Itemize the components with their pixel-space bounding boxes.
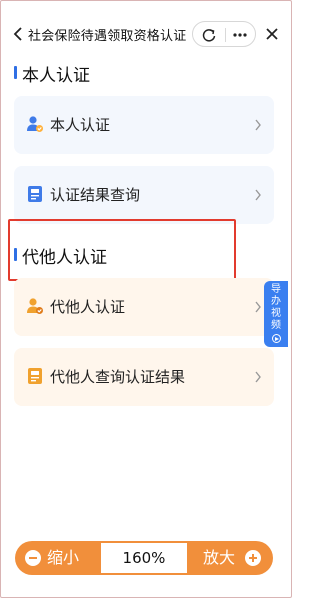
play-icon [271,334,281,343]
chevron-right-icon [255,371,261,383]
card-label: 代他人认证 [50,298,126,316]
person-verify-icon [27,116,43,132]
zoom-control: 缩小 160% 放大 [15,541,273,575]
proxy-result-query-card[interactable]: 代他人查询认证结果 [14,348,274,406]
chevron-right-icon [255,301,261,313]
zoom-out-icon[interactable] [25,550,41,566]
card-label: 代他人查询认证结果 [50,368,186,386]
zoom-in-button[interactable]: 放大 [203,541,235,575]
close-icon[interactable] [260,22,284,46]
title-bar: 社会保险待遇领取资格认证 [4,6,286,62]
person-verify-icon [27,298,43,314]
document-icon [28,186,42,202]
guide-video-tab[interactable]: 导办视频 [264,281,288,347]
section-title-self: 本人认证 [22,66,90,86]
chevron-right-icon [255,119,261,131]
more-icon[interactable] [231,26,249,44]
section-marker [14,248,17,261]
section-title-proxy: 代他人认证 [22,248,107,268]
self-verify-card[interactable]: 本人认证 [14,96,274,154]
card-label: 认证结果查询 [50,186,141,204]
capsule-divider [225,28,226,42]
capsule-menu [192,21,256,47]
proxy-verify-card[interactable]: 代他人认证 [14,278,274,336]
guide-video-label: 导办视频 [271,284,281,331]
section-marker [14,66,17,79]
verify-result-query-card[interactable]: 认证结果查询 [14,166,274,224]
document-icon [28,368,42,384]
page-title: 社会保险待遇领取资格认证 [28,29,187,44]
refresh-icon[interactable] [200,26,218,44]
zoom-level: 160% [101,543,187,573]
zoom-in-icon[interactable] [245,550,261,566]
card-label: 本人认证 [50,116,111,134]
zoom-out-button[interactable]: 缩小 [47,541,79,575]
back-arrow-icon[interactable] [12,26,24,42]
chevron-right-icon [255,189,261,201]
